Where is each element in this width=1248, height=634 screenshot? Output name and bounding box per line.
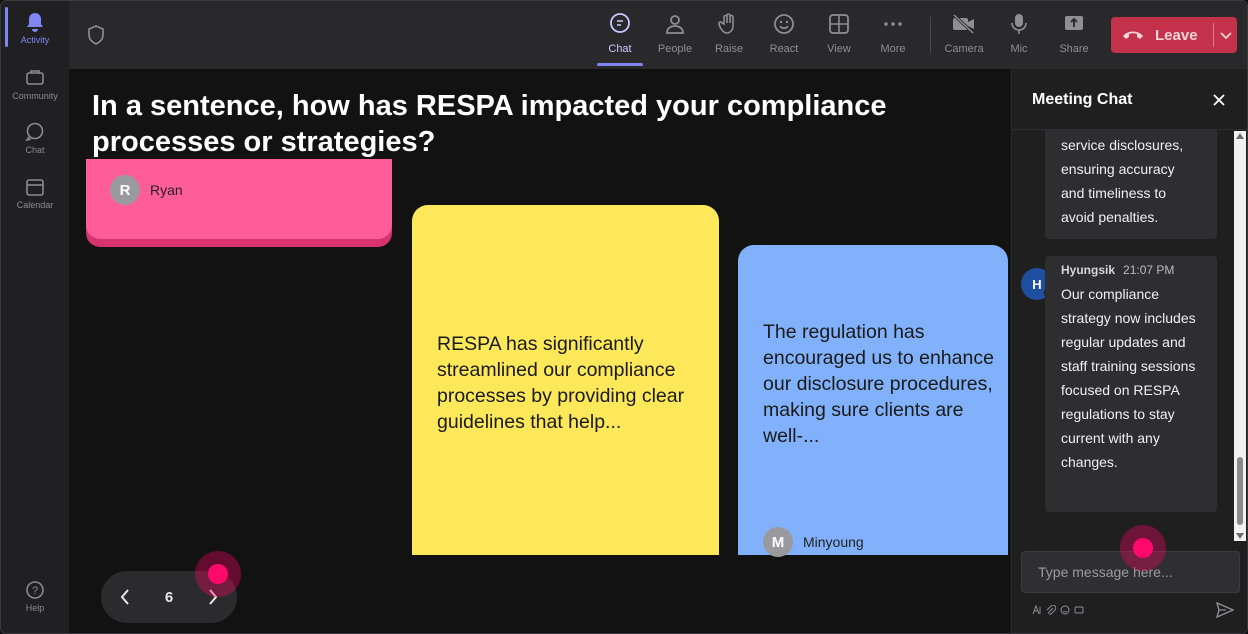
rail-item-label: Community	[12, 91, 58, 101]
people-button[interactable]: People	[648, 11, 702, 55]
rail-item-label: Calendar	[16, 200, 54, 210]
camera-off-icon	[951, 11, 977, 37]
chat-panel-title: Meeting Chat	[1032, 91, 1133, 108]
message-text: service disclosures, ensuring accuracy a…	[1061, 137, 1184, 225]
previous-page-button[interactable]	[101, 571, 149, 623]
avatar: R	[110, 175, 140, 205]
author-name: Ryan	[150, 182, 183, 198]
shield-icon[interactable]	[87, 25, 105, 50]
more-button[interactable]: More	[866, 11, 920, 55]
react-button[interactable]: React	[757, 11, 811, 55]
chevron-down-icon[interactable]	[1214, 30, 1237, 40]
toolbar-divider	[930, 17, 931, 53]
rail-item-help[interactable]: ? Help	[1, 579, 69, 613]
meeting-chat-panel: Meeting Chat service disclosures, ensuri…	[1011, 69, 1247, 633]
share-screen-icon	[1061, 11, 1087, 37]
note-author: M Minyoung	[763, 527, 864, 557]
note-text: The regulation has encouraged us to enha…	[763, 321, 994, 447]
share-button-label: Share	[1059, 43, 1089, 55]
raise-hand-label: Raise	[714, 43, 744, 55]
rail-item-activity[interactable]: Activity	[1, 11, 69, 45]
compose-actions	[1032, 604, 1084, 617]
sticky-note-yellow[interactable]: RESPA has significantly streamlined our …	[412, 205, 719, 555]
chevron-left-icon	[120, 589, 129, 605]
community-icon	[24, 67, 46, 89]
avatar: M	[763, 527, 793, 557]
rail-item-chat[interactable]: Chat	[1, 121, 69, 155]
pointer-highlight	[195, 551, 241, 597]
message-text: Our compliance strategy now includes reg…	[1061, 286, 1196, 470]
leave-button-label: Leave	[1155, 26, 1198, 44]
emoji-icon[interactable]	[1060, 605, 1070, 617]
gif-icon[interactable]	[1074, 605, 1084, 617]
chat-scrollbar[interactable]	[1234, 131, 1246, 541]
mic-button-label: Mic	[1010, 43, 1028, 55]
rail-item-label: Chat	[25, 145, 45, 155]
raise-hand-button[interactable]: Raise	[702, 11, 756, 55]
help-icon: ?	[24, 579, 46, 601]
chat-message: service disclosures, ensuring accuracy a…	[1045, 129, 1217, 239]
message-sender: Hyungsik	[1061, 263, 1116, 277]
people-button-label: People	[657, 43, 693, 55]
leave-button[interactable]: Leave	[1111, 17, 1237, 53]
chat-icon	[607, 11, 633, 37]
close-icon[interactable]	[1208, 89, 1230, 111]
people-icon	[662, 11, 688, 37]
note-text: RESPA has significantly streamlined our …	[437, 333, 685, 433]
rail-item-label: Help	[25, 603, 45, 613]
rail-item-label: Activity	[20, 35, 50, 45]
attach-icon[interactable]	[1046, 604, 1057, 617]
scroll-down-arrow-icon[interactable]	[1236, 533, 1244, 539]
chat-message-list[interactable]: service disclosures, ensuring accuracy a…	[1012, 129, 1247, 543]
svg-text:?: ?	[32, 585, 38, 597]
camera-button[interactable]: Camera	[937, 11, 991, 55]
pointer-highlight	[1120, 525, 1166, 571]
ellipsis-icon	[880, 11, 906, 37]
view-button-label: View	[827, 43, 851, 55]
page-number: 6	[164, 588, 174, 606]
react-button-label: React	[769, 43, 799, 55]
rail-item-calendar[interactable]: Calendar	[1, 176, 69, 210]
chat-button[interactable]: Chat	[593, 11, 647, 55]
smiley-icon	[771, 11, 797, 37]
chat-icon	[24, 121, 46, 143]
bell-icon	[24, 11, 46, 33]
note-author: R Ryan	[110, 175, 183, 205]
camera-button-label: Camera	[944, 43, 984, 55]
sticky-note-pink[interactable]: R Ryan	[86, 159, 392, 239]
grid-view-icon	[826, 11, 852, 37]
calendar-icon	[24, 176, 46, 198]
active-tab-indicator	[597, 63, 643, 66]
mic-icon	[1006, 11, 1032, 37]
scroll-up-arrow-icon[interactable]	[1236, 133, 1244, 139]
message-meta: Hyungsik 21:07 PM	[1061, 262, 1201, 278]
question-title: In a sentence, how has RESPA impacted yo…	[92, 90, 887, 158]
sticky-note-blue[interactable]: The regulation has encouraged us to enha…	[738, 245, 1008, 557]
chat-button-label: Chat	[608, 43, 632, 55]
rail-item-community[interactable]: Community	[1, 67, 69, 101]
author-name: Minyoung	[803, 534, 864, 550]
message-time: 21:07 PM	[1123, 263, 1175, 277]
format-icon[interactable]	[1032, 604, 1042, 617]
send-icon[interactable]	[1214, 599, 1236, 621]
share-button[interactable]: Share	[1047, 11, 1101, 55]
phone-hangup-icon	[1111, 29, 1155, 41]
more-button-label: More	[880, 43, 906, 55]
raise-hand-icon	[716, 11, 742, 37]
meeting-toolbar: Chat People Raise React View More Camera…	[69, 1, 1247, 69]
shared-content-stage: In a sentence, how has RESPA impacted yo…	[69, 69, 1011, 633]
scrollbar-thumb[interactable]	[1237, 457, 1243, 525]
mic-button[interactable]: Mic	[992, 11, 1046, 55]
view-button[interactable]: View	[812, 11, 866, 55]
meeting-window: Activity Community Chat Calendar ? Help	[0, 0, 1248, 634]
chat-message: Hyungsik 21:07 PM Our compliance strategy…	[1045, 256, 1217, 512]
left-rail: Activity Community Chat Calendar ? Help	[1, 1, 69, 633]
